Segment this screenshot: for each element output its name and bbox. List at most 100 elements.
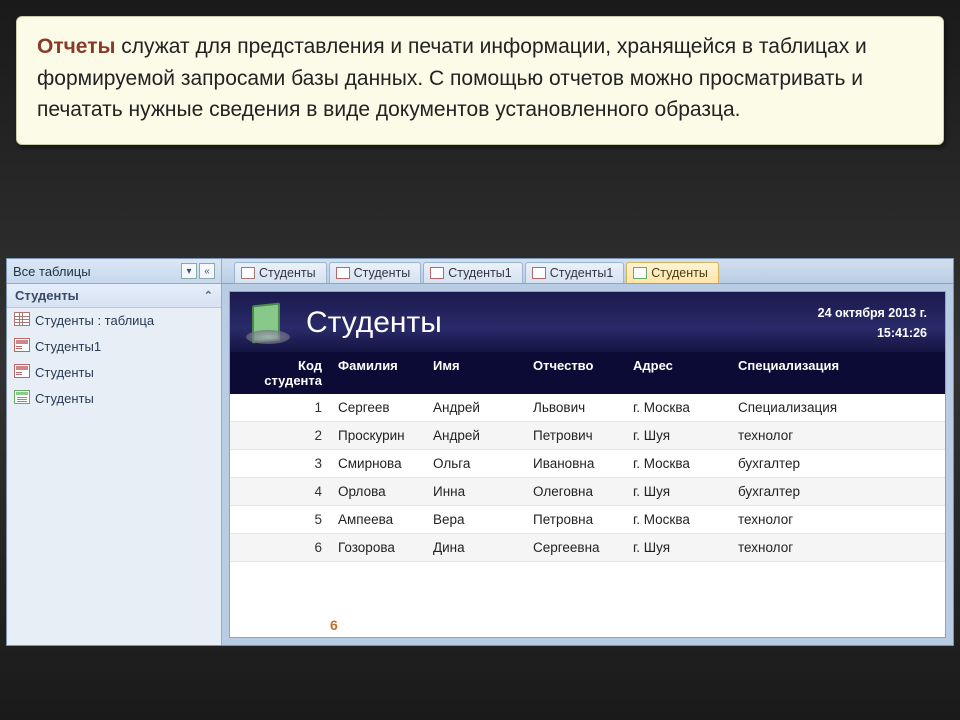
nav-item[interactable]: Студенты — [7, 386, 221, 412]
tab-label: Студенты1 — [448, 266, 512, 280]
nav-dropdown-icon[interactable]: ▾ — [181, 263, 197, 279]
tab-bar: Студенты Студенты Студенты1 Студенты1 Студен… — [222, 259, 953, 284]
nav-group-label: Студенты — [15, 288, 79, 303]
cell-ln: Смирнова — [330, 450, 425, 477]
cell-ln: Орлова — [330, 478, 425, 505]
cell-ad: г. Москва — [625, 394, 730, 421]
cell-ln: Проскурин — [330, 422, 425, 449]
cell-mn: Ивановна — [525, 450, 625, 477]
nav-header-label: Все таблицы — [13, 264, 91, 279]
cell-ad: г. Шуя — [625, 478, 730, 505]
report-body: Студенты 24 октября 2013 г. 15:41:26 Код… — [230, 292, 945, 637]
cell-id: 3 — [230, 450, 330, 477]
col-address: Адрес — [625, 352, 730, 394]
tab[interactable]: Студенты — [626, 262, 719, 283]
table-row[interactable]: 5АмпееваВераПетровнаг. Москватехнолог — [230, 506, 945, 534]
col-firstname: Имя — [425, 352, 525, 394]
nav-group-expand-icon[interactable]: ⌃ — [204, 289, 213, 302]
report-header: Студенты 24 октября 2013 г. 15:41:26 — [230, 292, 945, 352]
cell-mn: Олеговна — [525, 478, 625, 505]
cell-fn: Ольга — [425, 450, 525, 477]
cell-mn: Петровна — [525, 506, 625, 533]
cell-ln: Ампеева — [330, 506, 425, 533]
cell-id: 5 — [230, 506, 330, 533]
tab-label: Студенты — [651, 266, 708, 280]
cell-ln: Сергеев — [330, 394, 425, 421]
main-area: СтудентыСтудентыСтуденты1Студенты1Студен… — [222, 259, 953, 645]
tab-label: Студенты — [259, 266, 316, 280]
nav-header[interactable]: Все таблицы ▾ « — [7, 259, 221, 284]
table-row[interactable]: 3СмирноваОльгаИвановнаг. Москвабухгалтер — [230, 450, 945, 478]
cell-id: 1 — [230, 394, 330, 421]
cell-sp: бухгалтер — [730, 478, 945, 505]
nav-item[interactable]: Студенты1 — [7, 334, 221, 360]
cell-mn: Петрович — [525, 422, 625, 449]
cell-ad: г. Москва — [625, 450, 730, 477]
description-text: служат для представления и печати информ… — [37, 35, 867, 121]
report-icon — [248, 302, 290, 344]
cell-id: 4 — [230, 478, 330, 505]
cell-fn: Инна — [425, 478, 525, 505]
tab[interactable]: Студенты — [234, 262, 327, 283]
form-icon — [430, 267, 444, 279]
cell-fn: Андрей — [425, 422, 525, 449]
cell-sp: технолог — [730, 506, 945, 533]
table-row[interactable]: 1СергеевАндрейЛьвовичг. МоскваСпециализа… — [230, 394, 945, 422]
report-rows: 1СергеевАндрейЛьвовичг. МоскваСпециализа… — [230, 394, 945, 613]
navigation-pane: Все таблицы ▾ « Студенты ⌃ Студенты : та… — [7, 259, 222, 645]
col-specialization: Специализация — [730, 352, 945, 394]
table-icon — [14, 312, 30, 326]
report-viewport: Студенты 24 октября 2013 г. 15:41:26 Код… — [222, 284, 953, 645]
cell-sp: технолог — [730, 422, 945, 449]
cell-mn: Сергеевна — [525, 534, 625, 561]
tab[interactable]: Студенты1 — [525, 262, 625, 283]
cell-fn: Андрей — [425, 394, 525, 421]
cell-ad: г. Шуя — [625, 534, 730, 561]
cell-ln: Гозорова — [330, 534, 425, 561]
tab-label: Студенты — [354, 266, 411, 280]
table-row[interactable]: 6ГозороваДинаСергеевнаг. Шуятехнолог — [230, 534, 945, 562]
cell-id: 2 — [230, 422, 330, 449]
cell-ad: г. Москва — [625, 506, 730, 533]
cell-ad: г. Шуя — [625, 422, 730, 449]
nav-item-label: Студенты1 — [35, 339, 101, 354]
form-icon — [532, 267, 546, 279]
tab[interactable]: Студенты1 — [423, 262, 523, 283]
form-icon — [336, 267, 350, 279]
cell-fn: Вера — [425, 506, 525, 533]
report-time: 15:41:26 — [818, 323, 927, 343]
nav-item-label: Студенты — [35, 391, 94, 406]
tab[interactable]: Студенты — [329, 262, 422, 283]
col-id: Код студента — [230, 352, 330, 394]
tab-label: Студенты1 — [550, 266, 614, 280]
cell-id: 6 — [230, 534, 330, 561]
table-icon — [241, 267, 255, 279]
report-title: Студенты — [306, 306, 442, 340]
description-keyword: Отчеты — [37, 35, 115, 58]
report-icon — [633, 267, 647, 279]
table-row[interactable]: 4ОрловаИннаОлеговнаг. Шуябухгалтер — [230, 478, 945, 506]
nav-item-label: Студенты — [35, 365, 94, 380]
col-lastname: Фамилия — [330, 352, 425, 394]
nav-item-label: Студенты : таблица — [35, 313, 154, 328]
table-row[interactable]: 2ПроскуринАндрейПетровичг. Шуятехнолог — [230, 422, 945, 450]
report-meta: 24 октября 2013 г. 15:41:26 — [818, 303, 927, 343]
col-patronymic: Отчество — [525, 352, 625, 394]
report-date: 24 октября 2013 г. — [818, 303, 927, 323]
form-icon — [14, 338, 30, 352]
report-columns: Код студента Фамилия Имя Отчество Адрес … — [230, 352, 945, 394]
nav-item[interactable]: Студенты — [7, 360, 221, 386]
nav-item[interactable]: Студенты : таблица — [7, 308, 221, 334]
nav-group[interactable]: Студенты ⌃ — [7, 284, 221, 308]
report-icon — [14, 390, 30, 404]
cell-sp: бухгалтер — [730, 450, 945, 477]
nav-collapse-icon[interactable]: « — [199, 263, 215, 279]
form-icon — [14, 364, 30, 378]
app-window: Все таблицы ▾ « Студенты ⌃ Студенты : та… — [6, 258, 954, 646]
cell-sp: технолог — [730, 534, 945, 561]
description-box: Отчеты служат для представления и печати… — [16, 16, 944, 145]
cell-sp: Специализация — [730, 394, 945, 421]
cell-mn: Львович — [525, 394, 625, 421]
cell-fn: Дина — [425, 534, 525, 561]
report-total: 6 — [230, 613, 945, 637]
